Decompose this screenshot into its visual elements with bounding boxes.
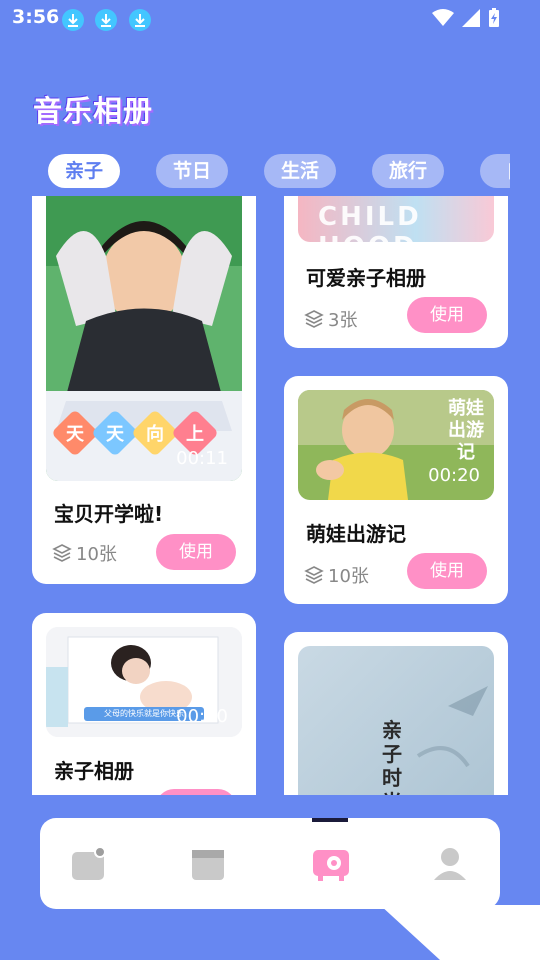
layers-icon — [52, 544, 72, 562]
signal-icon — [462, 9, 480, 27]
use-button[interactable]: 使用 — [156, 789, 236, 795]
photo-count: 10张 — [304, 562, 369, 588]
album-title: 可爱亲子相册 — [306, 266, 426, 290]
album-title: 亲子相册 — [54, 759, 134, 783]
video-duration: 00:11 — [176, 448, 228, 469]
camera-icon[interactable] — [312, 846, 350, 882]
tab-travel[interactable]: 旅行 — [372, 154, 444, 188]
status-time: 3:56 — [12, 6, 60, 28]
tab-parent-child[interactable]: 亲子 — [48, 154, 120, 188]
album-card-trip[interactable]: 萌娃出游记 00:20 萌娃出游记 10张 使用 — [284, 376, 508, 604]
tab-more[interactable]: 自 — [480, 154, 510, 188]
album-thumbnail[interactable]: 天 天 向 上 00:11 — [46, 196, 242, 481]
category-tabs: 亲子 节日 生活 旅行 自 — [48, 154, 510, 190]
photo-count: 3张 — [304, 306, 357, 332]
use-button[interactable]: 使用 — [407, 297, 487, 333]
download-icon — [62, 9, 84, 31]
wifi-icon — [432, 9, 454, 26]
page-title: 音乐相册 — [33, 94, 154, 128]
album-title: 宝贝开学啦! — [54, 502, 164, 526]
tab-life[interactable]: 生活 — [264, 154, 336, 188]
album-title: 萌娃出游记 — [306, 522, 406, 546]
video-duration: 00:20 — [428, 465, 480, 486]
badge-row: 天 天 向 上 — [50, 408, 220, 458]
tab-festival[interactable]: 节日 — [156, 154, 228, 188]
download-icon — [95, 9, 117, 31]
thumbnail-caption: 萌娃出游记 — [448, 398, 484, 463]
album-thumbnail[interactable]: 萌娃出游记 00:20 — [298, 390, 494, 500]
album-thumbnail[interactable]: 亲子时光 — [298, 646, 494, 795]
album-card-school[interactable]: 天 天 向 上 00:11 宝贝开学啦! 10张 使用 — [32, 196, 256, 584]
use-button[interactable]: 使用 — [407, 553, 487, 589]
video-duration: 00:20 — [176, 706, 228, 727]
bottom-nav — [40, 818, 500, 909]
template-icon[interactable] — [70, 846, 106, 882]
box-icon[interactable] — [190, 846, 226, 882]
album-card-family[interactable]: 父母的快乐就是你快乐 00:20 亲子相册 使用 — [32, 613, 256, 795]
album-card-cute[interactable]: CHILD HOOD 可爱亲子相册 3张 使用 — [284, 196, 508, 348]
layers-icon — [304, 566, 324, 584]
battery-icon — [489, 8, 499, 27]
active-indicator — [312, 818, 348, 822]
corner-decoration — [380, 905, 540, 960]
layers-icon — [304, 310, 324, 328]
thumbnail-caption: 亲子时光 — [382, 718, 402, 795]
use-button[interactable]: 使用 — [156, 534, 236, 570]
download-icon — [129, 9, 151, 31]
status-bar: 3:56 — [0, 0, 540, 40]
photo-count: 10张 — [52, 540, 117, 566]
album-thumbnail[interactable]: CHILD HOOD — [298, 196, 494, 242]
album-card-moments[interactable]: 亲子时光 — [284, 632, 508, 795]
album-thumbnail[interactable]: 父母的快乐就是你快乐 00:20 — [46, 627, 242, 737]
profile-icon[interactable] — [432, 846, 468, 882]
